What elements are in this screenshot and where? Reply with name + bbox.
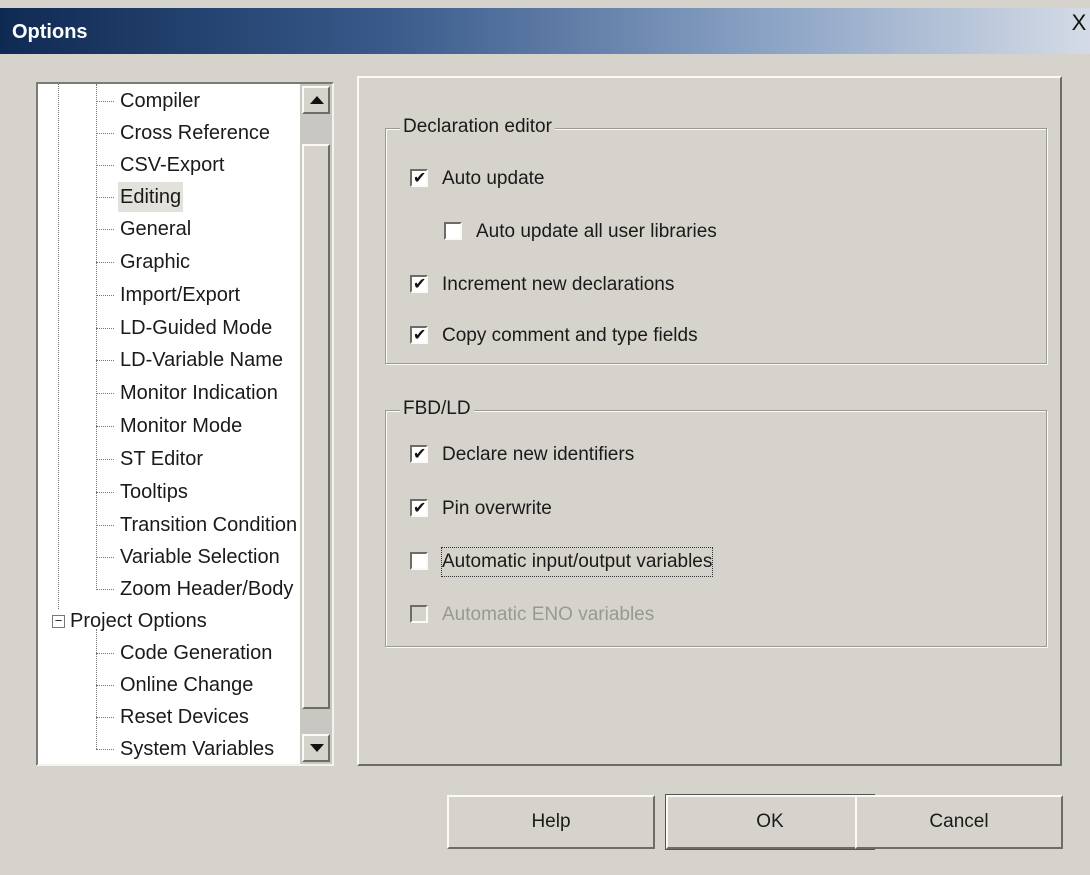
scroll-up-button[interactable] <box>302 86 330 114</box>
automatic-io-variables-checkbox[interactable] <box>410 552 428 570</box>
options-dialog: Options X Compiler Cross Reference CSV-E… <box>0 0 1090 875</box>
declaration-editor-group: Declaration editor Auto update Auto upda… <box>385 116 1047 364</box>
automatic-eno-variables-checkbox <box>410 605 428 623</box>
tree-scrollbar[interactable] <box>300 84 332 764</box>
auto-update-user-libraries-checkbox[interactable] <box>444 222 462 240</box>
collapse-icon[interactable]: − <box>52 614 65 628</box>
tree-guide-line <box>96 84 97 588</box>
tree-guide-line <box>96 629 97 749</box>
declaration-editor-legend: Declaration editor <box>400 116 555 138</box>
fbd-ld-group: FBD/LD Declare new identifiers Pin overw… <box>385 398 1047 647</box>
help-button[interactable]: Help <box>447 795 655 849</box>
scroll-down-button[interactable] <box>302 734 330 762</box>
cancel-button[interactable]: Cancel <box>855 795 1063 849</box>
copy-comment-type-checkbox[interactable] <box>410 322 428 350</box>
arrow-down-icon <box>310 744 324 752</box>
close-button[interactable]: X <box>1068 8 1090 38</box>
scroll-thumb[interactable] <box>302 144 330 709</box>
pin-overwrite-checkbox[interactable] <box>410 495 428 523</box>
options-panel: Declaration editor Auto update Auto upda… <box>357 76 1062 766</box>
title-bar: Options <box>0 8 1090 54</box>
dialog-title: Options <box>12 21 88 43</box>
arrow-up-icon <box>310 96 324 104</box>
fbd-ld-legend: FBD/LD <box>400 398 474 420</box>
options-tree[interactable]: Compiler Cross Reference CSV-Export Edit… <box>36 82 334 766</box>
ok-button[interactable]: OK <box>665 794 875 850</box>
tree-guide-line <box>58 84 59 609</box>
increment-declarations-checkbox[interactable] <box>410 271 428 299</box>
auto-update-checkbox[interactable] <box>410 165 428 193</box>
declare-new-identifiers-checkbox[interactable] <box>410 441 428 469</box>
